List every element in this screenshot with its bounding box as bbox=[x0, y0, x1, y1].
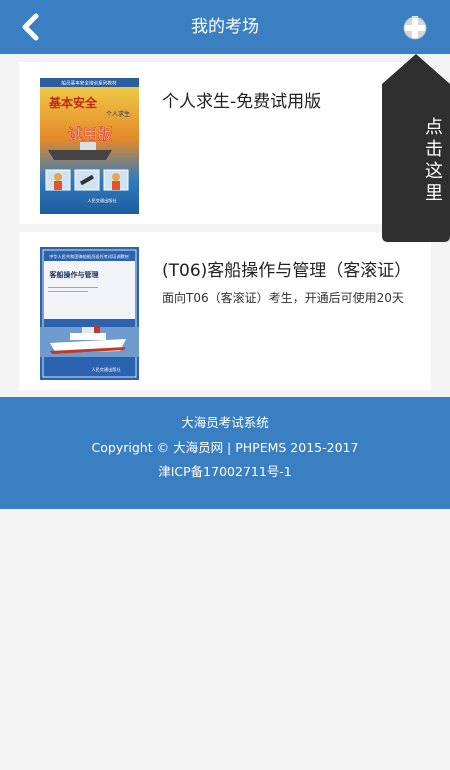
page-title: 我的考场 bbox=[191, 17, 259, 37]
exam-item-card[interactable]: 中华人民共和国海船船员适任考试培训教材 客船操作与管理 人民交通出版社 (T06… bbox=[19, 232, 431, 390]
book-cover-image: 船员基本安全培训系列教材 基本安全 个人求生 试用版 人民交通出版社 bbox=[40, 78, 139, 214]
cover-publisher: 人民交通出版社 bbox=[87, 197, 116, 204]
book-cover-image: 中华人民共和国海船船员适任考试培训教材 客船操作与管理 人民交通出版社 bbox=[40, 247, 139, 380]
tooltip-text: 点击这里 bbox=[422, 117, 443, 205]
cover-top-text: 船员基本安全培训系列教材 bbox=[61, 80, 117, 87]
exam-item-card[interactable]: 船员基本安全培训系列教材 基本安全 个人求生 试用版 人民交通出版社 个人求生-… bbox=[19, 62, 431, 224]
item-title[interactable]: (T06)客船操作与管理（客滚证） bbox=[162, 256, 413, 281]
footer-site-name: 大海员考试系统 bbox=[181, 415, 269, 430]
top-nav-bar: 我的考场 bbox=[0, 0, 450, 54]
item-title[interactable]: 个人求生-免费试用版 bbox=[162, 87, 413, 112]
footer-copyright: Copyright © 大海员网 | PHPEMS 2015-2017 bbox=[91, 440, 359, 455]
click-here-tooltip[interactable]: 点击这里 bbox=[382, 54, 450, 242]
cover-top-text: 中华人民共和国海船船员适任考试培训教材 bbox=[49, 253, 129, 260]
cover-title-main: 基本安全 bbox=[48, 95, 98, 110]
cover-title-sub: 个人求生 bbox=[106, 110, 130, 118]
cover-publisher: 人民交通出版社 bbox=[91, 366, 120, 373]
item-description: 面向T06（客滚证）考生，开通后可使用20天 bbox=[162, 291, 404, 305]
cover-badge: 试用版 bbox=[67, 125, 112, 143]
plus-circle-icon bbox=[403, 16, 427, 40]
site-footer: 大海员考试系统 Copyright © 大海员网 | PHPEMS 2015-2… bbox=[0, 397, 450, 509]
add-button[interactable] bbox=[400, 12, 434, 42]
footer-icp: 津ICP备17002711号-1 bbox=[158, 464, 292, 479]
cover-title-main: 客船操作与管理 bbox=[49, 270, 99, 279]
